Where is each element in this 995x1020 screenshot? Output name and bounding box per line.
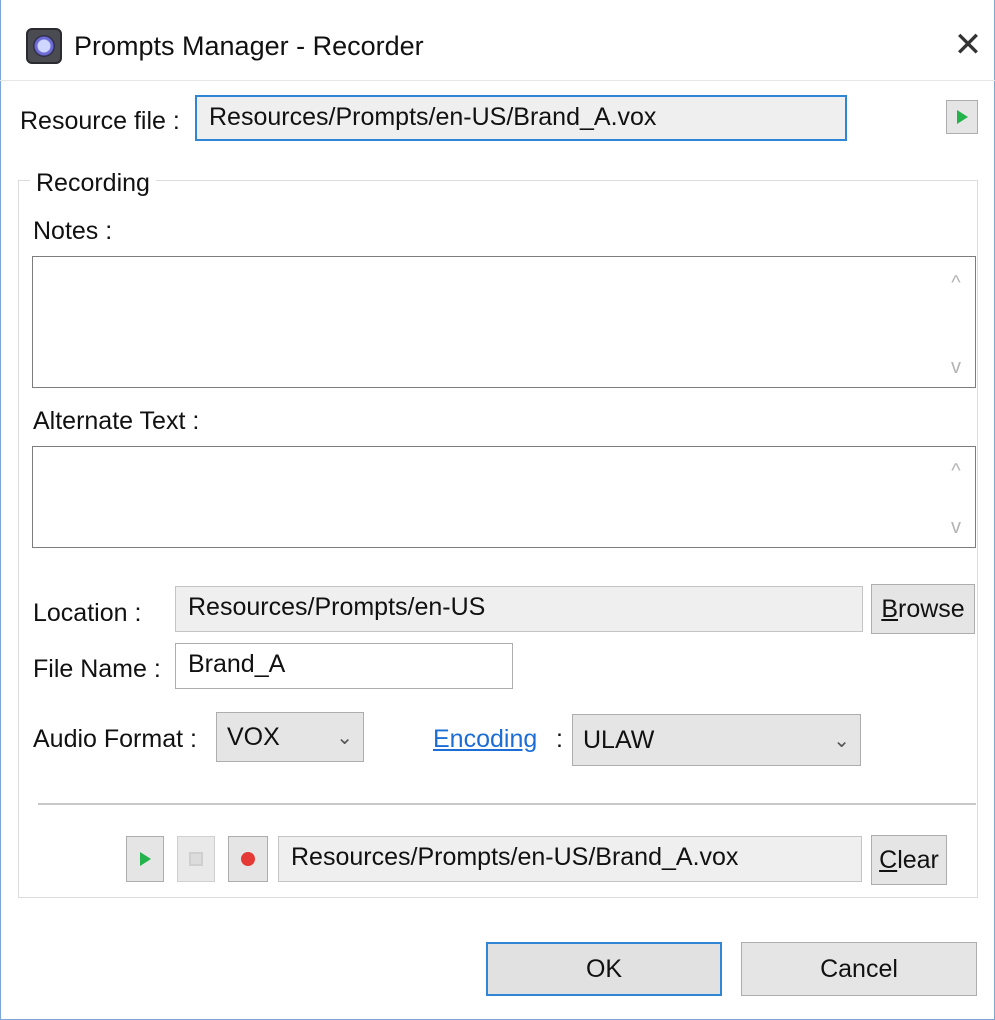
recording-path-field[interactable]: Resources/Prompts/en-US/Brand_A.vox [278,836,862,882]
notes-scroll-down-icon[interactable]: v [941,357,971,377]
resource-file-label: Resource file : [20,107,180,135]
ok-button[interactable]: OK [486,942,722,996]
encoding-value: ULAW [583,725,655,754]
notes-scroll-up-icon[interactable]: ^ [941,273,971,293]
app-icon [26,28,62,64]
resource-file-field[interactable]: Resources/Prompts/en-US/Brand_A.vox [195,95,847,141]
file-name-label: File Name : [33,655,161,683]
alternate-text-label: Alternate Text : [33,407,200,435]
browse-mnemonic: B [881,594,898,623]
resource-play-button[interactable] [946,100,978,134]
encoding-select[interactable]: ULAW ⌄ [572,714,861,766]
alternate-text-textarea[interactable]: ^ v [32,446,976,548]
location-label: Location : [33,599,142,627]
file-name-field[interactable]: Brand_A [175,643,513,689]
stop-icon [189,852,203,866]
audio-format-select[interactable]: VOX ⌄ [216,712,364,762]
notes-textarea[interactable]: ^ v [32,256,976,388]
browse-label: rowse [898,594,965,623]
clear-mnemonic: C [879,845,898,874]
section-divider [38,803,976,805]
stop-button[interactable] [177,836,215,882]
chevron-down-icon: ⌄ [336,726,353,749]
clear-label: lear [897,845,939,874]
encoding-colon: : [556,725,563,753]
play-icon [956,110,968,124]
chevron-down-icon: ⌄ [833,729,850,752]
encoding-link[interactable]: Encoding [433,722,537,756]
location-field[interactable]: Resources/Prompts/en-US [175,586,863,632]
close-icon[interactable]: ✕ [950,28,986,64]
window-title: Prompts Manager - Recorder [74,31,424,61]
audio-format-value: VOX [227,722,280,751]
record-button[interactable] [228,836,268,882]
recording-group-title: Recording [30,166,156,200]
alternate-scroll-down-icon[interactable]: v [941,517,971,537]
clear-button[interactable]: Clear [871,835,947,885]
play-button[interactable] [126,836,164,882]
record-icon [241,852,255,866]
cancel-button[interactable]: Cancel [741,942,977,996]
play-icon [139,852,151,866]
alternate-scroll-up-icon[interactable]: ^ [941,461,971,481]
notes-label: Notes : [33,217,113,245]
titlebar-divider [0,80,995,81]
audio-format-label: Audio Format : [33,725,197,753]
browse-button[interactable]: Browse [871,584,975,634]
